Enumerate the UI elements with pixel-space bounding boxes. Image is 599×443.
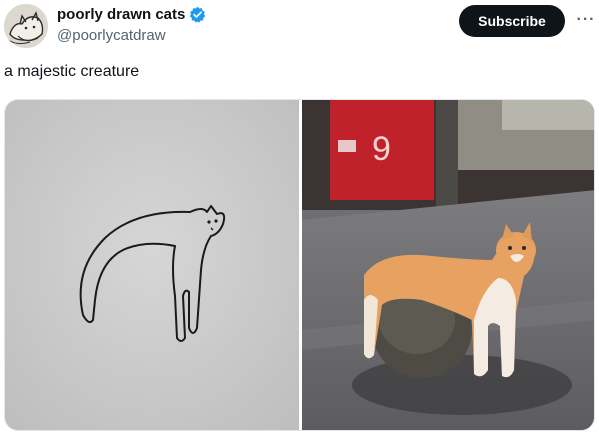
media-image-photo[interactable]: 9 [302, 100, 594, 430]
tweet-media: 9 [4, 99, 595, 431]
author-handle[interactable]: @poorlycatdraw [57, 27, 166, 44]
tweet-text: a majestic creature [4, 63, 140, 80]
author-name-row: poorly drawn cats [57, 6, 206, 23]
author-avatar[interactable] [4, 4, 48, 48]
more-options-icon[interactable]: ··· [574, 8, 598, 32]
sign-number: 9 [372, 130, 391, 168]
cat-avatar-icon [4, 4, 48, 48]
author-display-name[interactable]: poorly drawn cats [57, 6, 185, 23]
subscribe-button[interactable]: Subscribe [459, 5, 565, 37]
media-image-drawing[interactable] [5, 100, 299, 430]
tweet-header: poorly drawn cats @poorlycatdraw Subscri… [0, 0, 599, 56]
verified-badge-icon [190, 6, 206, 23]
